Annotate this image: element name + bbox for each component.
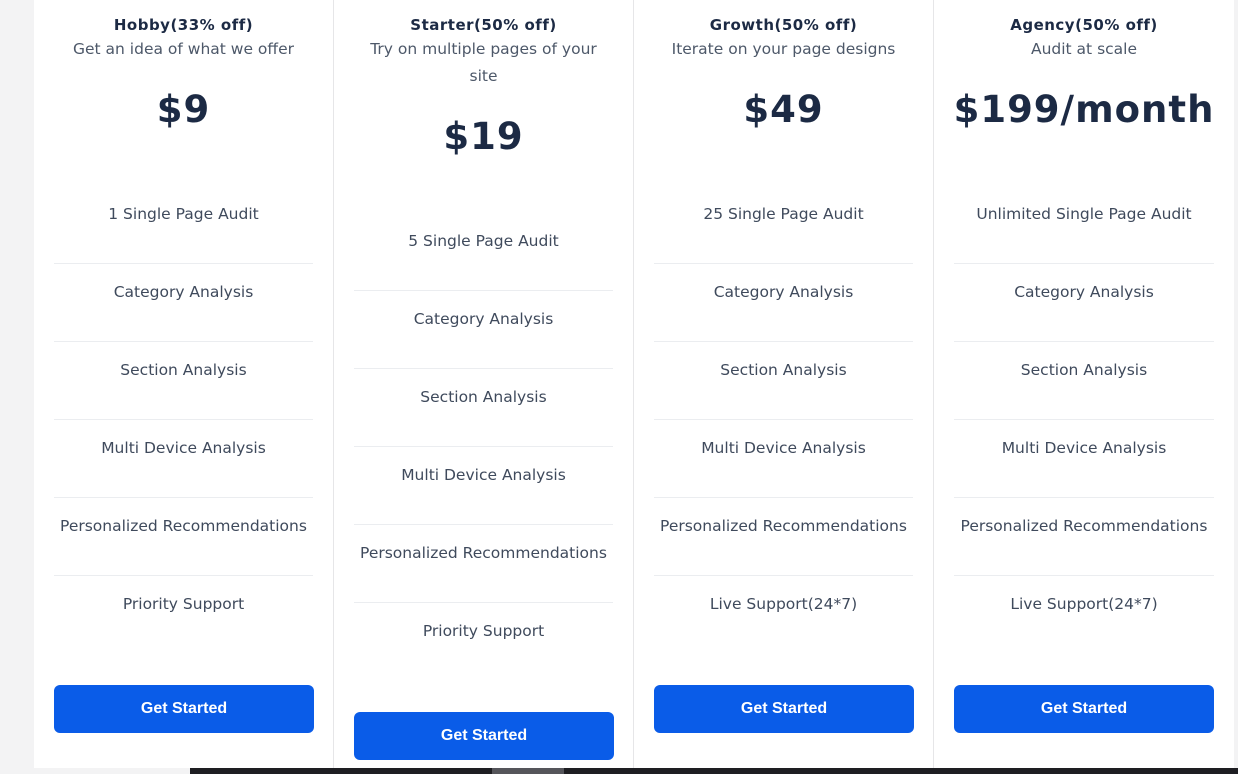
feature-item: Multi Device Analysis — [954, 420, 1214, 498]
pricing-panel: Hobby(33% off) Get an idea of what we of… — [34, 0, 1234, 768]
feature-item: 25 Single Page Audit — [654, 186, 913, 264]
plan-card-hobby: Hobby(33% off) Get an idea of what we of… — [34, 0, 334, 768]
horizontal-scrollbar-thumb[interactable] — [492, 768, 564, 774]
feature-item: Section Analysis — [54, 342, 313, 420]
feature-list: 25 Single Page Audit Category Analysis S… — [654, 186, 913, 654]
feature-item: Priority Support — [422, 622, 545, 640]
plan-subtitle: Audit at scale — [1030, 40, 1138, 58]
feature-item: Live Support(24*7) — [709, 595, 858, 613]
feature-item: 1 Single Page Audit — [54, 186, 313, 264]
feature-item: Personalized Recommendations — [954, 498, 1214, 576]
feature-list: 5 Single Page Audit Category Analysis Se… — [354, 213, 613, 681]
feature-item: Multi Device Analysis — [654, 420, 913, 498]
plan-card-growth: Growth(50% off) Iterate on your page des… — [634, 0, 934, 768]
feature-item: Unlimited Single Page Audit — [954, 186, 1214, 264]
get-started-button[interactable]: Get Started — [654, 685, 914, 733]
get-started-button[interactable]: Get Started — [54, 685, 314, 733]
feature-item: Category Analysis — [354, 291, 613, 369]
feature-item: Live Support(24*7) — [1010, 595, 1158, 613]
feature-list: 1 Single Page Audit Category Analysis Se… — [54, 186, 313, 654]
feature-item: 5 Single Page Audit — [354, 213, 613, 291]
plan-title: Hobby(33% off) — [113, 16, 254, 34]
get-started-button[interactable]: Get Started — [354, 712, 614, 760]
get-started-button[interactable]: Get Started — [954, 685, 1214, 733]
plan-price: $199/month — [953, 88, 1215, 131]
feature-item: Section Analysis — [354, 369, 613, 447]
horizontal-scrollbar-track[interactable] — [190, 768, 1238, 774]
plan-card-starter: Starter(50% off) Try on multiple pages o… — [334, 0, 634, 768]
plan-subtitle: Try on multiple pages of your site — [370, 40, 597, 85]
feature-list: Unlimited Single Page Audit Category Ana… — [954, 186, 1214, 654]
feature-item: Category Analysis — [954, 264, 1214, 342]
feature-item: Personalized Recommendations — [654, 498, 913, 576]
feature-item: Personalized Recommendations — [354, 525, 613, 603]
feature-item: Multi Device Analysis — [354, 447, 613, 525]
feature-item: Section Analysis — [654, 342, 913, 420]
feature-item: Multi Device Analysis — [54, 420, 313, 498]
feature-item: Section Analysis — [954, 342, 1214, 420]
plan-title: Starter(50% off) — [410, 16, 557, 34]
plan-card-agency: Agency(50% off) Audit at scale $199/mont… — [934, 0, 1234, 768]
plan-subtitle: Get an idea of what we offer — [73, 40, 294, 58]
feature-item: Category Analysis — [654, 264, 913, 342]
plan-price: $19 — [443, 115, 524, 158]
plan-price: $49 — [743, 88, 824, 131]
feature-item: Category Analysis — [54, 264, 313, 342]
plan-price: $9 — [156, 88, 211, 131]
plan-title: Agency(50% off) — [1010, 16, 1158, 34]
plan-subtitle: Iterate on your page designs — [671, 40, 896, 58]
plan-title: Growth(50% off) — [709, 16, 858, 34]
feature-item: Personalized Recommendations — [54, 498, 313, 576]
feature-item: Priority Support — [122, 595, 245, 613]
